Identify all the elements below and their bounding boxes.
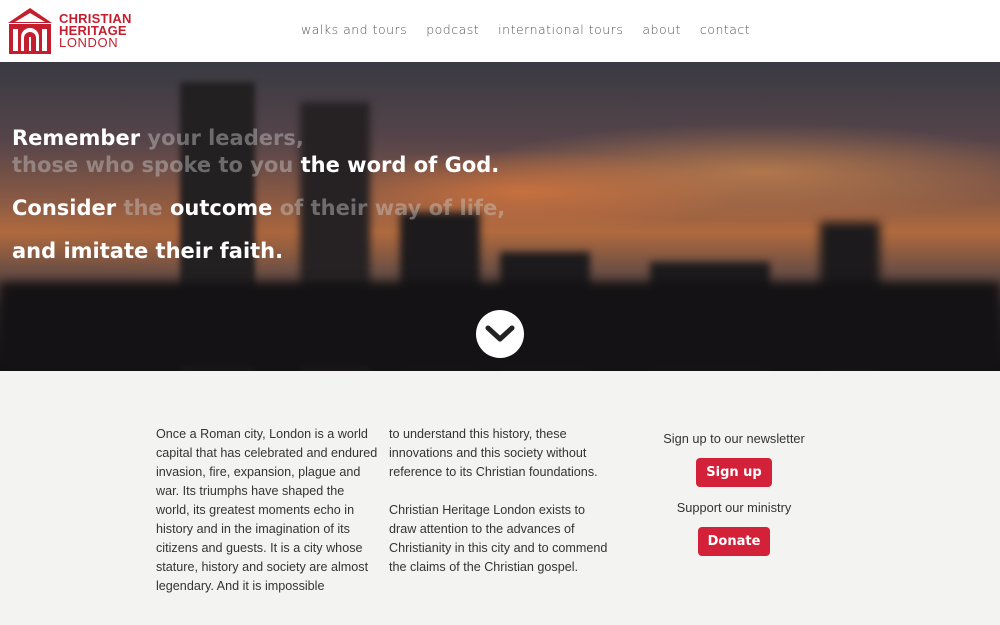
chevron-down-icon xyxy=(485,325,515,342)
nav-international-tours[interactable]: international tours xyxy=(498,22,623,37)
logo-line-3: LONDON xyxy=(59,35,119,50)
verse-text: Consider xyxy=(12,196,124,220)
intro-paragraph: to understand this history, these innova… xyxy=(389,427,598,479)
church-logo-icon xyxy=(8,8,52,54)
verse-text: the word of God. xyxy=(300,153,500,177)
intro-paragraph: Christian Heritage London exists to draw… xyxy=(389,503,608,574)
hero-banner: Remember your leaders, those who spoke t… xyxy=(0,62,1000,371)
intro-section: Once a Roman city, London is a world cap… xyxy=(0,371,1000,625)
verse-text: Remember xyxy=(12,126,148,150)
hero-verse-line-1: Remember your leaders, xyxy=(12,125,304,152)
site-header: CHRISTIAN HERITAGE LONDON walks and tour… xyxy=(0,0,1000,62)
nav-contact[interactable]: contact xyxy=(700,22,750,37)
verse-text-dim: the xyxy=(123,196,170,220)
verse-text-dim: those who spoke to you xyxy=(12,153,301,177)
verse-text-dim: your leaders, xyxy=(147,126,304,150)
newsletter-sidebar: Sign up to our newsletter Sign up Suppor… xyxy=(648,431,820,556)
ministry-label: Support our ministry xyxy=(676,500,792,515)
scroll-down-button[interactable] xyxy=(476,310,524,358)
nav-podcast[interactable]: podcast xyxy=(426,22,479,37)
signup-button[interactable]: Sign up xyxy=(696,458,772,487)
intro-paragraph: Once a Roman city, London is a world cap… xyxy=(156,427,378,593)
hero-verse-line-3: Consider the outcome of their way of lif… xyxy=(12,195,505,222)
main-nav: walks and tours podcast international to… xyxy=(301,22,769,37)
nav-about[interactable]: about xyxy=(642,22,681,37)
verse-text-dim: of their way of life, xyxy=(279,196,506,220)
nav-walks-and-tours[interactable]: walks and tours xyxy=(301,22,407,37)
intro-column-2: to understand this history, these innova… xyxy=(389,425,611,577)
newsletter-label: Sign up to our newsletter xyxy=(663,431,805,446)
intro-column-1: Once a Roman city, London is a world cap… xyxy=(156,425,378,596)
donate-button[interactable]: Donate xyxy=(697,527,771,556)
hero-verse-line-2: those who spoke to you the word of God. xyxy=(12,152,499,179)
logo-wordmark: CHRISTIAN HERITAGE LONDON xyxy=(59,12,132,50)
hero-verse-line-4: and imitate their faith. xyxy=(12,239,284,263)
site-logo[interactable]: CHRISTIAN HERITAGE LONDON xyxy=(7,7,132,55)
verse-text: outcome xyxy=(169,196,280,220)
